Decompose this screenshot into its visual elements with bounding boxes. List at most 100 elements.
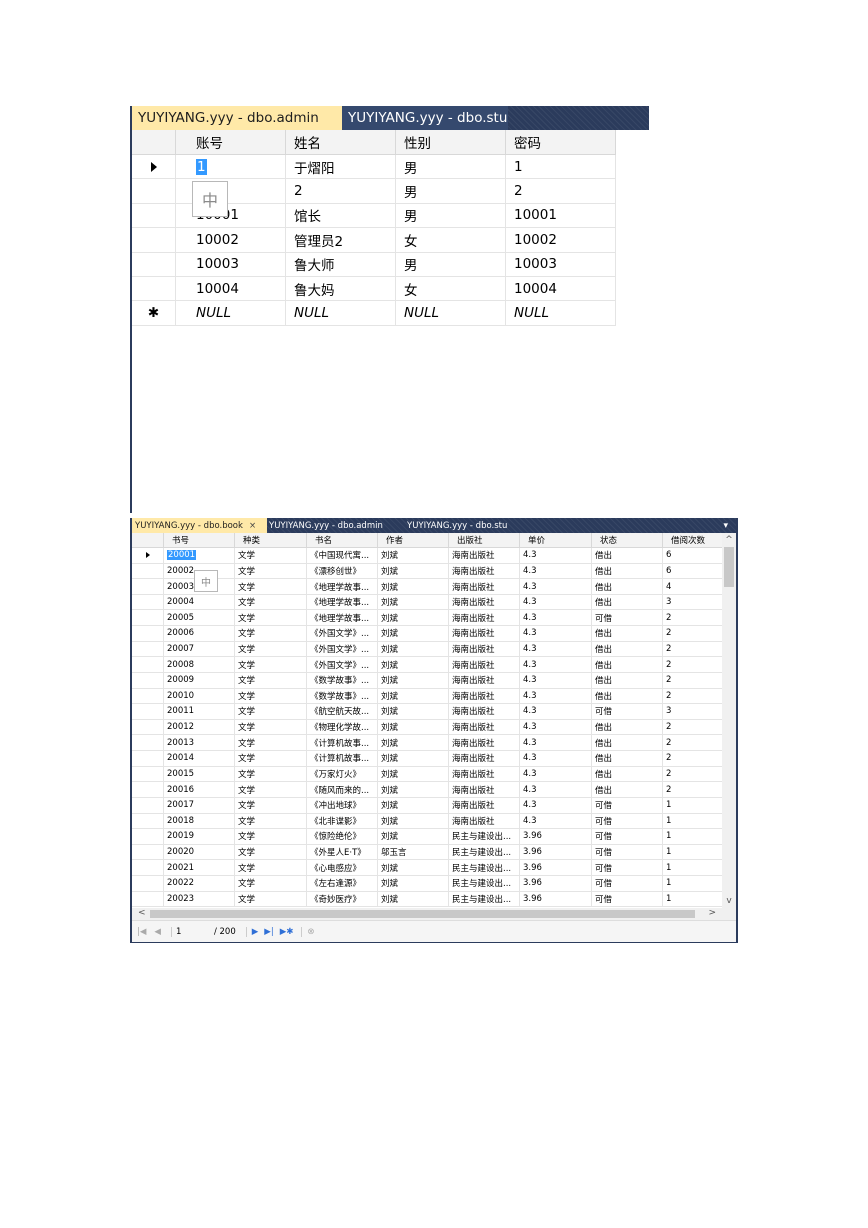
table-row[interactable]: 10002 管理员2 女 10002 (132, 228, 616, 253)
cell-status[interactable]: 借出 (592, 672, 663, 689)
cell-title[interactable]: 《数学故事》... (307, 688, 378, 705)
tab-dbo-admin[interactable]: YUYIYANG.yyy - dbo.admin (266, 518, 399, 533)
cell-price[interactable]: 4.3 (520, 610, 592, 627)
cell-book-no[interactable]: 20022 (164, 876, 235, 892)
cell-author[interactable]: 刘斌 (378, 860, 449, 876)
cell-borrow-count[interactable]: 1 (663, 860, 722, 876)
scroll-thumb[interactable] (724, 547, 734, 587)
cell-category[interactable]: 文学 (235, 563, 307, 580)
cell-author[interactable]: 刘斌 (378, 704, 449, 720)
cell-author[interactable]: 刘斌 (378, 751, 449, 767)
cell-borrow-count[interactable]: 1 (663, 892, 722, 908)
cell-name[interactable]: 馆长 (286, 203, 396, 229)
cell-price[interactable]: 4.3 (520, 657, 592, 673)
last-record-icon[interactable]: ▶| (264, 927, 273, 937)
cell-borrow-count[interactable]: 2 (663, 767, 722, 783)
row-indicator[interactable] (132, 735, 164, 752)
cell-status[interactable]: 可借 (592, 876, 663, 892)
cell-password[interactable]: 10001 (506, 203, 616, 229)
cell-category[interactable]: 文学 (235, 704, 307, 720)
cell-borrow-count[interactable]: 2 (663, 642, 722, 658)
cell-gender[interactable]: NULL (396, 301, 506, 326)
new-row[interactable]: ✱ NULL NULL NULL NULL (132, 301, 616, 326)
cell-gender[interactable]: 女 (396, 228, 506, 253)
cell-title[interactable]: 《航空航天故... (307, 704, 378, 720)
cell-borrow-count[interactable]: 2 (663, 689, 722, 705)
scroll-thumb[interactable] (150, 910, 695, 918)
table-row[interactable]: 20013 文学 《计算机故事... 刘斌 海南出版社 4.3 借出 2 (132, 735, 722, 752)
row-indicator[interactable] (132, 610, 164, 627)
tab-dbo-admin[interactable]: YUYIYANG.yyy - dbo.admin (132, 106, 348, 130)
cell-password[interactable]: 10002 (506, 228, 616, 253)
cell-publisher[interactable]: 民主与建设出... (449, 860, 520, 876)
cell-title[interactable]: 《计算机故事... (307, 735, 378, 752)
cell-publisher[interactable]: 海南出版社 (449, 751, 520, 767)
row-indicator[interactable] (132, 594, 164, 611)
row-indicator[interactable] (132, 844, 164, 861)
cell-status[interactable]: 借出 (592, 782, 663, 798)
cell-borrow-count[interactable]: 6 (663, 564, 722, 580)
cell-category[interactable]: 文学 (235, 626, 307, 642)
cell-author[interactable]: 刘斌 (378, 782, 449, 798)
cell-borrow-count[interactable]: 2 (663, 782, 722, 798)
cell-status[interactable]: 可借 (592, 610, 663, 627)
cell-price[interactable]: 4.3 (520, 813, 592, 830)
table-row[interactable]: 20012 文学 《物理化学故... 刘斌 海南出版社 4.3 借出 2 (132, 719, 722, 736)
horizontal-scrollbar[interactable]: < > (132, 908, 736, 920)
table-row[interactable]: 20020 文学 《外星人E·T》 邬玉言 民主与建设出... 3.96 可借 1 (132, 844, 722, 861)
cell-account[interactable]: 10004 (176, 277, 286, 302)
cell-title[interactable]: 《物理化学故... (307, 719, 378, 736)
cell-name[interactable]: 管理员2 (286, 228, 396, 253)
cell-author[interactable]: 刘斌 (378, 829, 449, 845)
column-header-price[interactable]: 单价 (520, 533, 592, 548)
cell-category[interactable]: 文学 (235, 735, 307, 752)
cell-status[interactable]: 借出 (592, 626, 663, 642)
cell-publisher[interactable]: 海南出版社 (449, 548, 520, 564)
cell-title[interactable]: 《奇妙医疗》 (307, 891, 378, 908)
row-indicator[interactable] (132, 876, 164, 892)
cell-borrow-count[interactable]: 1 (663, 814, 722, 830)
cell-title[interactable]: 《外国文学》... (307, 657, 378, 673)
scroll-left-icon[interactable]: < (138, 908, 146, 918)
row-indicator[interactable] (132, 641, 164, 658)
cell-status[interactable]: 借出 (592, 751, 663, 767)
cell-book-no[interactable]: 20012 (164, 719, 235, 736)
cell-publisher[interactable]: 海南出版社 (449, 704, 520, 720)
cell-publisher[interactable]: 海南出版社 (449, 688, 520, 705)
tab-dbo-stu[interactable]: YUYIYANG.yyy - dbo.stu (404, 518, 537, 533)
cell-price[interactable]: 4.3 (520, 704, 592, 720)
cell-category[interactable]: 文学 (235, 548, 307, 564)
cell-book-no[interactable]: 20004 (164, 594, 235, 611)
row-indicator[interactable] (132, 719, 164, 736)
cell-name[interactable]: 于熠阳 (286, 155, 396, 180)
cell-publisher[interactable]: 海南出版社 (449, 766, 520, 783)
cell-publisher[interactable]: 海南出版社 (449, 813, 520, 830)
cell-title[interactable]: 《外国文学》... (307, 641, 378, 658)
cell-name[interactable]: 鲁大师 (286, 252, 396, 277)
cell-category[interactable]: 文学 (235, 829, 307, 845)
scroll-down-icon[interactable]: v (722, 896, 736, 906)
cell-title[interactable]: 《数学故事》... (307, 672, 378, 689)
cell-book-no[interactable]: 20019 (164, 829, 235, 845)
cell-borrow-count[interactable]: 1 (663, 876, 722, 892)
cell-status[interactable]: 可借 (592, 891, 663, 908)
cell-book-no[interactable]: 20015 (164, 766, 235, 783)
cell-book-no[interactable]: 20008 (164, 657, 235, 673)
column-header-publisher[interactable]: 出版社 (449, 533, 520, 548)
cell-book-no[interactable]: 20013 (164, 735, 235, 752)
table-row[interactable]: 20003 文学 《地理学故事... 刘斌 海南出版社 4.3 借出 4 (132, 579, 722, 595)
next-record-icon[interactable]: ▶ (245, 926, 258, 937)
row-indicator[interactable] (132, 766, 164, 783)
table-row[interactable]: 20018 文学 《北非谍影》 刘斌 海南出版社 4.3 可借 1 (132, 813, 722, 830)
column-header-status[interactable]: 状态 (592, 533, 663, 548)
stop-icon[interactable]: ⊗ (301, 926, 315, 937)
table-row[interactable]: 20004 文学 《地理学故事... 刘斌 海南出版社 4.3 借出 3 (132, 594, 722, 611)
cell-category[interactable]: 文学 (235, 891, 307, 908)
cell-title[interactable]: 《心电感应》 (307, 860, 378, 876)
tab-dbo-book[interactable]: YUYIYANG.yyy - dbo.book × (132, 518, 267, 533)
cell-author[interactable]: 刘斌 (378, 579, 449, 595)
cell-publisher[interactable]: 海南出版社 (449, 594, 520, 611)
cell-price[interactable]: 4.3 (520, 579, 592, 595)
cell-price[interactable]: 4.3 (520, 797, 592, 814)
cell-gender[interactable]: 女 (396, 277, 506, 302)
